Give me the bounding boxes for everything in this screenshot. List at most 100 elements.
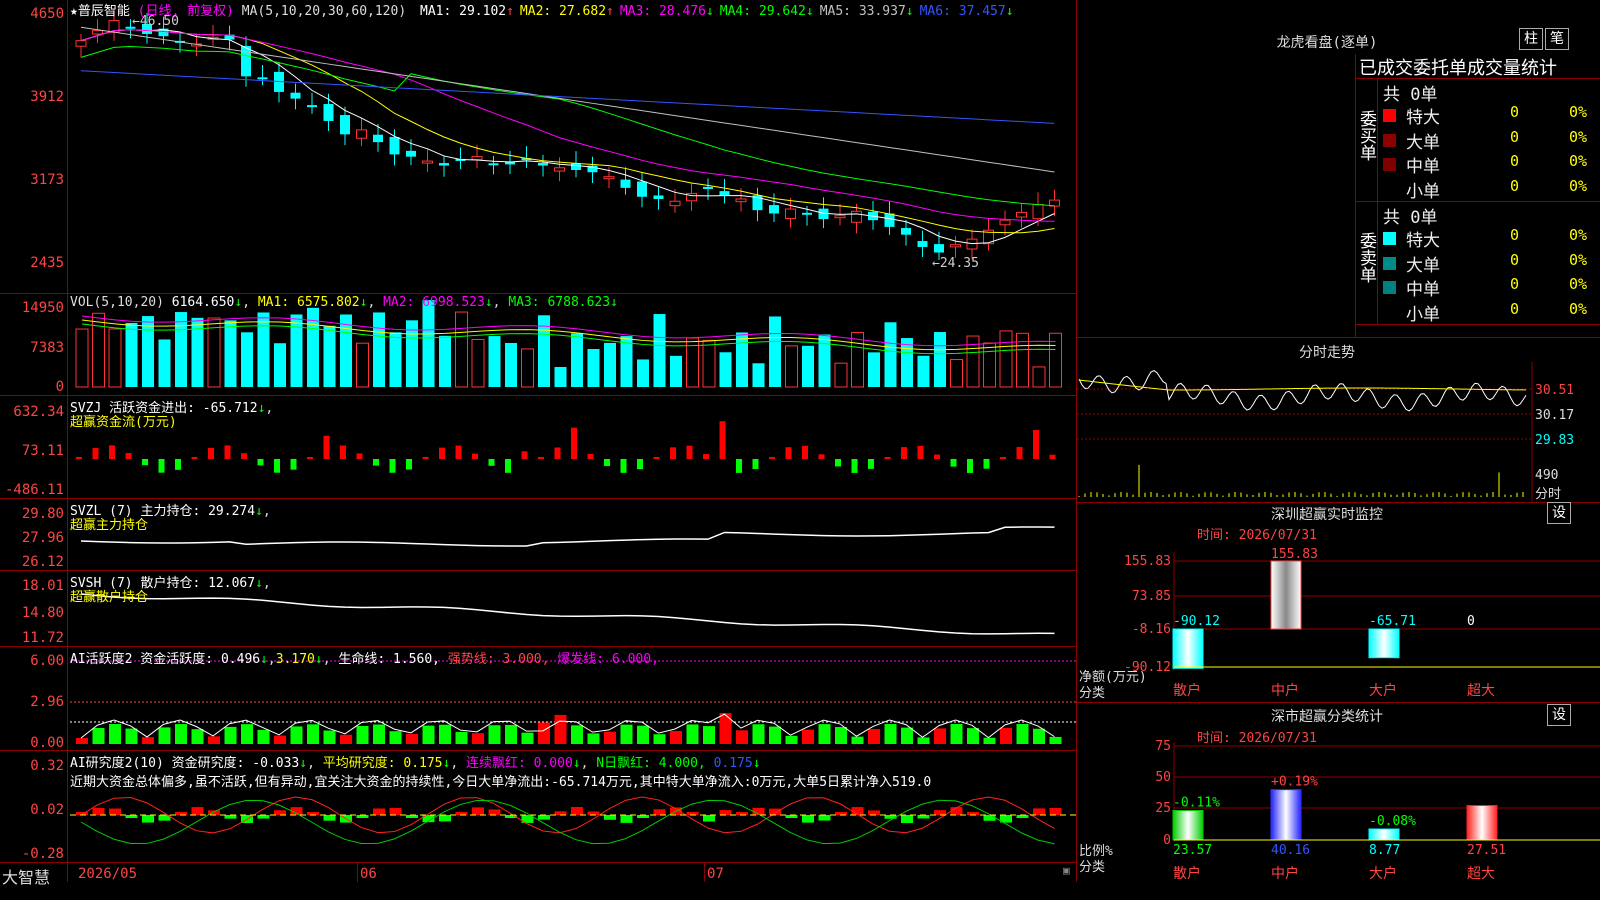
stats-change-label: -0.08% xyxy=(1369,814,1416,829)
stats-category: 超大 xyxy=(1467,866,1495,882)
ai-life-line: 生命线: 1.560, xyxy=(338,652,440,667)
ma-value-1: MA1: 29.102 xyxy=(420,4,507,19)
vol-ma1: MA1: 6575.802 xyxy=(257,295,360,310)
svzj-axis-1: 632.34 xyxy=(13,404,64,420)
high-label: ←46.50 xyxy=(132,14,179,29)
divider xyxy=(0,395,1077,396)
svsh-axis-1: 18.01 xyxy=(21,578,64,594)
monitor-bar-label: 155.83 xyxy=(1271,547,1318,562)
intraday-vol: 490 xyxy=(1535,468,1559,483)
order-row-pct: 0% xyxy=(1569,127,1588,146)
order-row-volume: 0 xyxy=(1510,275,1520,293)
stats-axis-tick: 50 xyxy=(1155,770,1171,785)
order-color-swatch xyxy=(1383,109,1396,122)
monitor-bar xyxy=(1172,628,1204,669)
sz-monitor-ylabel2: 分类 xyxy=(1079,686,1106,701)
vol-ma3: MA3: 6788.623 xyxy=(508,295,611,310)
ai-research-axis-3: -0.28 xyxy=(21,846,64,862)
monitor-axis-tick: 155.83 xyxy=(1124,554,1171,569)
sz-stats-svg: 75 50 25 0 -0.11% 23.57 散户 +0.19% 40.16 中户 -0.08% 8… xyxy=(1155,739,1600,882)
dragon-title: 龙虎看盘(逐单) xyxy=(1276,35,1378,51)
stats-axis-tick: 0 xyxy=(1163,833,1171,848)
price-axis-4: 2435 xyxy=(30,255,64,271)
ma-value-2: MA2: 27.682 xyxy=(519,4,607,19)
vol-title: VOL(5,10,20) xyxy=(70,295,164,310)
vol-value: 6164.650 xyxy=(171,295,235,310)
order-row-volume: 0 xyxy=(1510,226,1520,244)
svzl-axis-1: 29.80 xyxy=(21,506,64,522)
divider xyxy=(0,862,1077,863)
monitor-bar xyxy=(1270,560,1302,630)
price-axis-3: 3173 xyxy=(30,172,64,188)
tick-mode-button[interactable]: 笔 xyxy=(1545,28,1569,50)
monitor-category: 中户 xyxy=(1271,682,1299,699)
ai-active-v2: 3.170 xyxy=(275,652,315,667)
intraday-price-2: 30.17 xyxy=(1535,408,1575,423)
vol-header: VOL(5,10,20) 6164.650↓, MA1: 6575.802↓, … xyxy=(70,295,618,310)
vol-axis-1: 14950 xyxy=(21,300,64,316)
ai-red: 连续飘红: 0.000 xyxy=(466,756,573,771)
divider xyxy=(0,646,1077,647)
stats-bar xyxy=(1368,828,1400,841)
order-row-name: 大单 xyxy=(1406,255,1440,276)
ai-research-title: AI研究度2(10) 资金研究度: -0.033 xyxy=(70,756,300,771)
monitor-category: 超大 xyxy=(1467,683,1495,699)
vol-ma2: MA2: 6998.523 xyxy=(383,295,485,310)
order-color-swatch xyxy=(1383,256,1396,270)
monitor-bar-label: -65.71 xyxy=(1369,614,1416,629)
order-row-pct: 0% xyxy=(1569,226,1588,244)
svzj-bars xyxy=(76,421,1056,473)
ai-active-title: AI活跃度2 资金活跃度: 0.496 xyxy=(70,652,261,667)
stats-axis-tick: 75 xyxy=(1155,739,1171,754)
intraday-svg xyxy=(1077,362,1533,502)
order-row-name: 大单 xyxy=(1406,132,1440,153)
stats-bar xyxy=(1270,789,1302,841)
order-row-name: 小单 xyxy=(1406,181,1440,202)
order-row-volume: 0 xyxy=(1510,127,1520,146)
dragon-panel: 龙虎看盘(逐单) 柱 笔 已成交委托单成交量统计 委买单 委卖单 共 0单 共 … xyxy=(1077,0,1600,337)
svsh-axis-3: 11.72 xyxy=(21,630,64,646)
stats-axis-tick: 25 xyxy=(1155,801,1171,816)
order-row-name: 小单 xyxy=(1406,304,1440,325)
svzl-axis-3: 26.12 xyxy=(21,554,64,570)
stats-category: 散户 xyxy=(1173,865,1201,882)
ai-burst-line: 爆发线: 6.000, xyxy=(557,652,659,667)
order-row-name: 中单 xyxy=(1406,280,1440,300)
price-axis-2: 3912 xyxy=(30,89,64,105)
monitor-axis-tick: -8.16 xyxy=(1132,622,1171,637)
ma-params: MA(5,10,20,30,60,120) xyxy=(241,4,407,19)
stats-change-label: +0.19% xyxy=(1271,775,1318,790)
divider xyxy=(0,498,1077,499)
stats-bar xyxy=(1466,805,1498,841)
order-row-pct: 0% xyxy=(1569,275,1588,293)
order-row-pct: 0% xyxy=(1569,250,1588,269)
ma-value-3: MA3: 28.476 xyxy=(619,4,706,19)
sell-total: 共 0单 xyxy=(1383,208,1438,228)
buy-total: 共 0单 xyxy=(1383,85,1438,105)
sz-monitor-svg: 155.8373.85-8.16-90.12-90.12散户155.83中户-6… xyxy=(1124,547,1600,699)
ma-value-6: MA6: 37.457 xyxy=(919,4,1006,19)
intraday-panel[interactable]: 分时走势 30.51 30.17 29.83 490 分时 xyxy=(1077,337,1600,502)
stock-name[interactable]: ★普辰智能 xyxy=(70,4,130,19)
brand-label[interactable]: 大智慧 xyxy=(2,864,50,888)
volume-bars xyxy=(75,300,1062,388)
svzj-axis-2: 73.11 xyxy=(21,443,64,459)
divider xyxy=(0,750,1077,751)
order-row-volume: 0 xyxy=(1510,103,1520,121)
order-row-pct: 0% xyxy=(1569,152,1588,170)
stats-value-label: 27.51 xyxy=(1467,843,1506,858)
bar-mode-button[interactable]: 柱 xyxy=(1519,28,1543,50)
order-row-name: 特大 xyxy=(1406,231,1440,251)
sz-stats-panel: 深市超赢分类统计 设 时间: 2026/07/31 75 50 25 0 -0.11% 2… xyxy=(1077,702,1600,882)
ai-strong-line: 强势线: 3.000, xyxy=(447,652,550,667)
low-label: ←24.35 xyxy=(932,256,979,271)
order-row-pct: 0% xyxy=(1569,299,1588,318)
ai-nred: N日飘红: 4.000, xyxy=(596,756,706,771)
order-row-volume: 0 xyxy=(1510,152,1520,170)
stats-change-label: -0.11% xyxy=(1173,795,1220,810)
order-row-pct: 0% xyxy=(1569,176,1588,195)
lock-icon[interactable]: ▣ xyxy=(1063,864,1070,877)
ai-active-axis-2: 2.96 xyxy=(30,694,64,710)
stats-value-label: 23.57 xyxy=(1173,843,1212,858)
date-label-jun: 06 xyxy=(360,866,377,882)
